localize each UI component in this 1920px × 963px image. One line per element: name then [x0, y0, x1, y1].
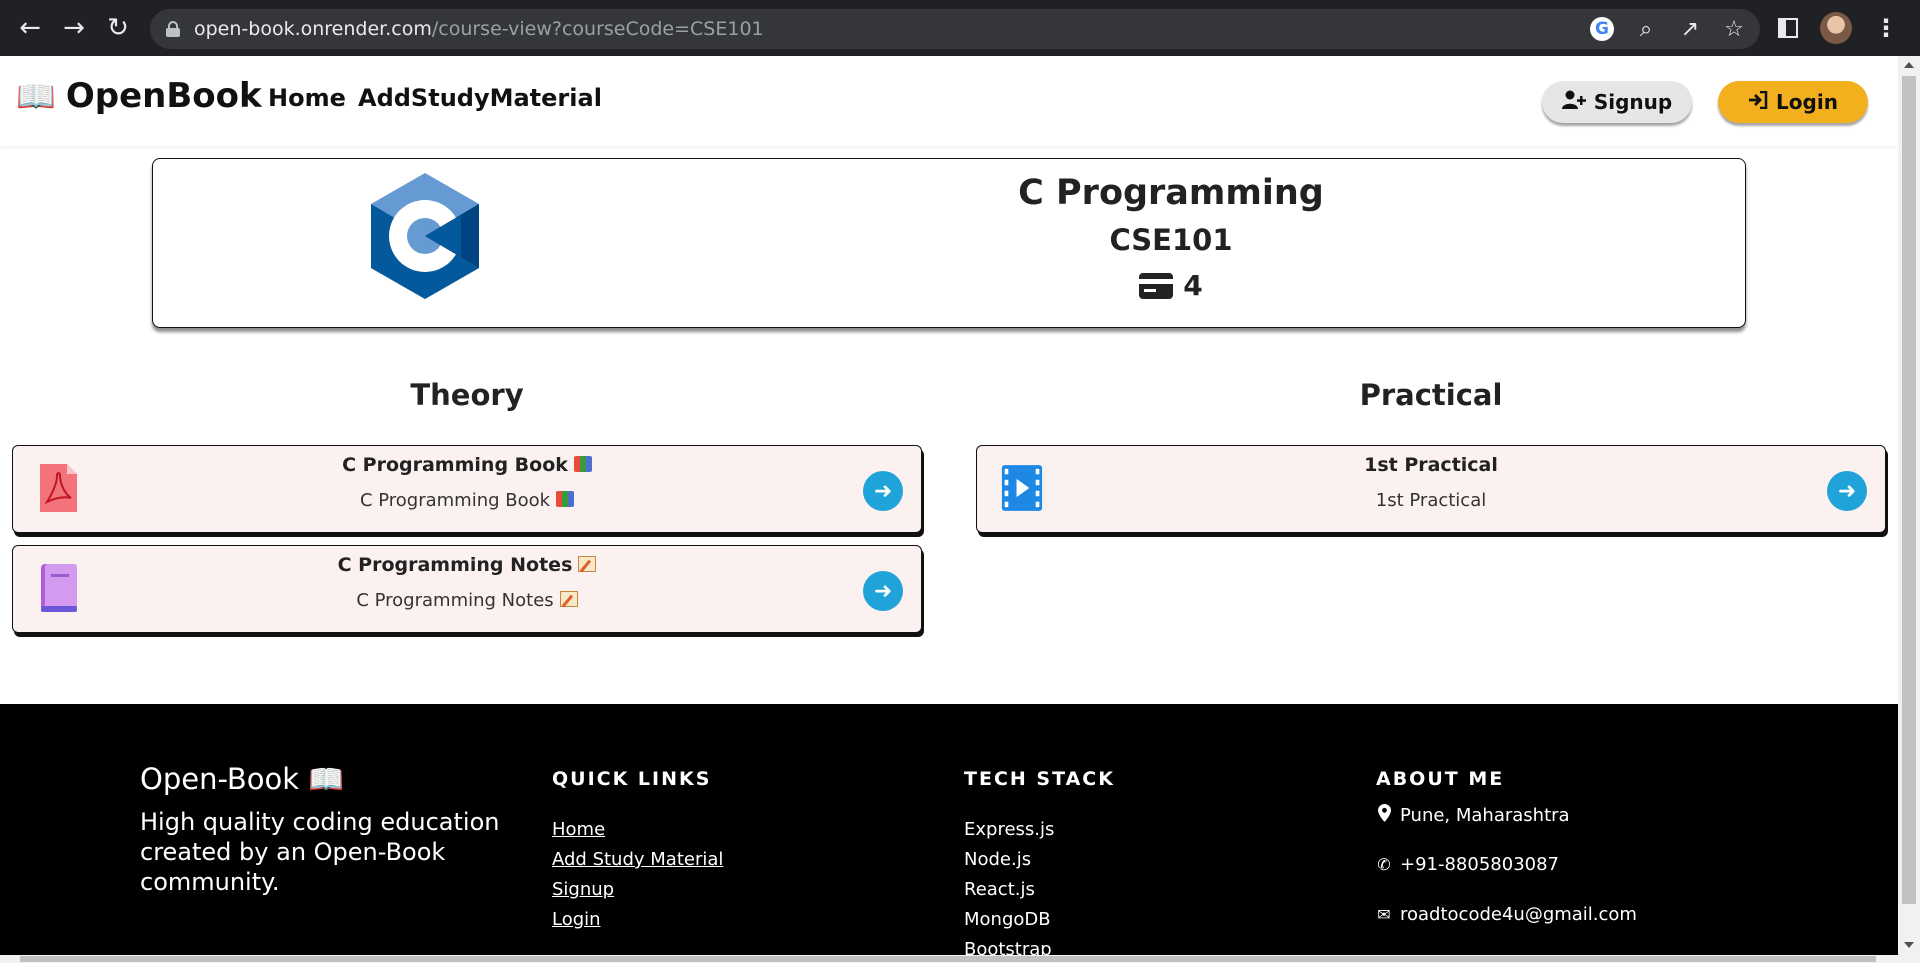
open-book-icon: 📖 [308, 762, 345, 796]
url-path: /course-view?courseCode=CSE101 [431, 18, 764, 40]
phone-icon: ✆ [1377, 855, 1391, 874]
horizontal-scrollbar[interactable] [0, 955, 1898, 963]
books-icon [556, 491, 575, 507]
course-credits: 4 [971, 269, 1371, 302]
material-subtitle: C Programming Notes [13, 590, 921, 611]
credits-value: 4 [1183, 269, 1203, 302]
forward-icon[interactable]: → [52, 0, 96, 56]
material-subtitle: 1st Practical [1375, 490, 1487, 511]
menu-kebab-icon[interactable]: ⋮ [1874, 14, 1898, 42]
quick-links-heading: QUICK LINKS [552, 768, 712, 790]
map-marker-icon [1376, 804, 1392, 826]
nav-link-add-study-material[interactable]: AddStudyMaterial [358, 84, 602, 112]
course-code: CSE101 [1109, 223, 1233, 257]
tech-item: React.js [964, 879, 1035, 900]
address-bar[interactable]: open-book.onrender.com/course-view?cours… [150, 9, 1760, 49]
footer: Open-Book 📖 High quality coding educatio… [0, 704, 1898, 960]
site-navbar: 📖 OpenBook Home AddStudyMaterial Signup … [0, 56, 1898, 146]
memo-icon [578, 556, 597, 572]
scroll-down-arrow-icon[interactable] [1904, 942, 1914, 948]
open-arrow-button[interactable]: ➜ [1827, 471, 1867, 511]
back-icon[interactable]: ← [8, 0, 52, 56]
tech-item: Express.js [964, 819, 1055, 840]
tech-item: MongoDB [964, 909, 1051, 930]
scroll-up-arrow-icon[interactable] [1904, 62, 1914, 68]
course-title: C Programming [1018, 173, 1324, 213]
contact-location: Pune, Maharashtra [1376, 804, 1570, 826]
material-card[interactable]: C Programming Notes C Programming Notes … [12, 545, 922, 633]
scroll-thumb[interactable] [20, 956, 1876, 962]
footer-brand: Open-Book 📖 [140, 762, 345, 796]
envelope-icon: ✉ [1377, 905, 1391, 924]
material-card[interactable]: C Programming Book C Programming Book ➜ [12, 445, 922, 533]
sign-in-icon [1748, 90, 1768, 114]
google-translate-icon[interactable]: G [1590, 17, 1614, 41]
material-card[interactable]: 1st Practical 1st Practical ➜ [976, 445, 1886, 533]
open-arrow-button[interactable]: ➜ [863, 471, 903, 511]
user-plus-icon [1561, 90, 1586, 115]
footer-link-add-study-material[interactable]: Add Study Material [552, 849, 723, 870]
vertical-scrollbar[interactable] [1898, 56, 1920, 963]
open-book-icon: 📖 [16, 77, 56, 115]
scroll-thumb[interactable] [1902, 76, 1916, 904]
theory-heading: Theory [410, 378, 524, 412]
url-host: open-book.onrender.com [194, 18, 432, 40]
footer-link-signup[interactable]: Signup [552, 879, 614, 900]
open-arrow-button[interactable]: ➜ [863, 571, 903, 611]
about-me-heading: ABOUT ME [1376, 768, 1505, 790]
reload-icon[interactable]: ↻ [96, 0, 140, 56]
brand[interactable]: 📖 OpenBook [16, 76, 262, 116]
footer-link-login[interactable]: Login [552, 909, 601, 930]
bookmark-star-icon[interactable]: ☆ [1722, 17, 1746, 42]
tech-stack-heading: TECH STACK [964, 768, 1115, 790]
lock-icon [166, 21, 180, 37]
footer-tagline: High quality coding education created by… [140, 808, 500, 896]
c-language-logo [371, 173, 479, 299]
brand-name: OpenBook [65, 76, 262, 116]
books-icon [573, 456, 592, 472]
tech-item: Node.js [964, 849, 1032, 870]
signup-label: Signup [1593, 90, 1673, 114]
material-title: 1st Practical [1364, 454, 1498, 476]
browser-toolbar: ← → ↻ open-book.onrender.com/course-view… [0, 0, 1920, 56]
share-icon[interactable]: ↗ [1678, 17, 1702, 42]
zoom-icon[interactable]: ⌕ [1634, 17, 1658, 42]
material-title: C Programming Notes [13, 554, 921, 576]
nav-link-home[interactable]: Home [268, 84, 346, 112]
material-title: C Programming Book [13, 454, 921, 476]
footer-link-home[interactable]: Home [552, 819, 605, 840]
material-subtitle: C Programming Book [13, 490, 921, 511]
login-label: Login [1776, 90, 1838, 114]
credit-card-icon [1139, 272, 1174, 299]
practical-heading: Practical [1359, 378, 1503, 412]
profile-avatar[interactable] [1820, 12, 1852, 44]
side-panel-icon[interactable] [1778, 18, 1798, 38]
contact-email: ✉ roadtocode4u@gmail.com [1377, 904, 1637, 925]
login-button[interactable]: Login [1718, 81, 1868, 123]
signup-button[interactable]: Signup [1542, 81, 1692, 123]
contact-phone: ✆ +91-8805803087 [1377, 854, 1560, 875]
course-info-card: C Programming CSE101 4 [152, 158, 1746, 328]
memo-icon [559, 591, 578, 607]
